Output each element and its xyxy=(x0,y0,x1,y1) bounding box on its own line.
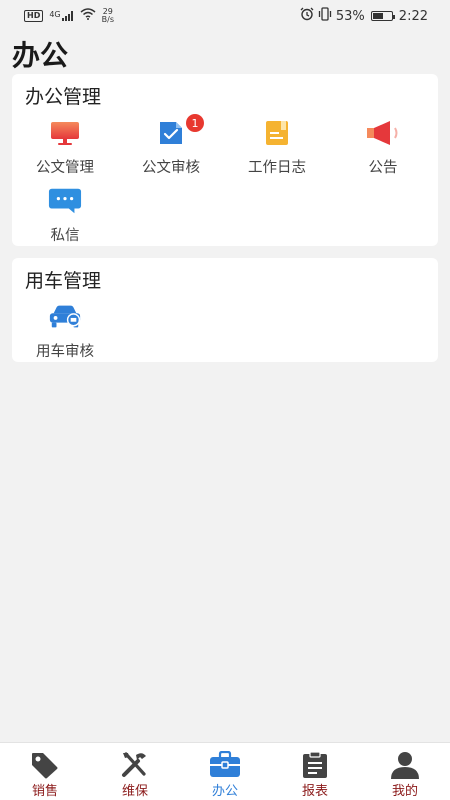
page-title: 办公 xyxy=(12,39,69,72)
tools-icon xyxy=(119,751,151,779)
clock: 2:22 xyxy=(398,8,428,24)
chat-bubble-icon xyxy=(48,186,82,216)
clipboard-icon xyxy=(299,751,331,779)
office-management-card: 办公管理 公文管理 1 公文审核 工作日志 公告 私信 xyxy=(12,74,438,246)
battery-percent: 53% xyxy=(335,8,365,24)
tile-label: 公文审核 xyxy=(142,160,200,176)
tile-document-review[interactable]: 1 公文审核 xyxy=(118,114,224,182)
notebook-icon xyxy=(260,118,294,148)
nav-item-office[interactable]: 办公 xyxy=(180,743,270,800)
tile-announcement[interactable]: 公告 xyxy=(330,114,436,182)
tile-label: 公告 xyxy=(368,160,398,176)
car-grid: 用车审核 xyxy=(12,298,438,366)
status-bar: HD 4G 29 B/s 53% 2:22 xyxy=(0,0,450,32)
notification-badge: 1 xyxy=(186,114,204,132)
nav-label: 报表 xyxy=(301,784,328,799)
office-grid: 公文管理 1 公文审核 工作日志 公告 私信 xyxy=(12,114,438,250)
car-icon xyxy=(48,302,82,332)
tile-work-log[interactable]: 工作日志 xyxy=(224,114,330,182)
nav-item-mine[interactable]: 我的 xyxy=(360,743,450,800)
bottom-nav: 销售 维保 办公 报表 我的 xyxy=(0,742,450,800)
section-title: 用车管理 xyxy=(25,270,102,292)
signal-icon: 4G xyxy=(49,11,73,21)
nav-label: 办公 xyxy=(211,784,238,799)
briefcase-icon xyxy=(209,751,241,779)
tile-car-review[interactable]: 用车审核 xyxy=(12,298,118,366)
network-type: 4G xyxy=(49,10,61,19)
nav-item-sales[interactable]: 销售 xyxy=(0,743,90,800)
tile-private-message[interactable]: 私信 xyxy=(12,182,118,250)
alarm-icon xyxy=(300,7,314,25)
nav-item-maintenance[interactable]: 维保 xyxy=(90,743,180,800)
net-speed: 29 B/s xyxy=(101,7,114,24)
tag-icon xyxy=(29,751,61,779)
hd-indicator: HD xyxy=(24,10,44,22)
nav-label: 销售 xyxy=(31,784,58,799)
megaphone-icon xyxy=(366,118,400,148)
nav-label: 维保 xyxy=(121,784,148,799)
nav-item-reports[interactable]: 报表 xyxy=(270,743,360,800)
person-icon xyxy=(389,751,421,779)
tile-label: 私信 xyxy=(50,228,80,244)
document-check-icon: 1 xyxy=(154,114,204,148)
nav-label: 我的 xyxy=(391,784,418,799)
tile-label: 用车审核 xyxy=(36,344,94,360)
section-title: 办公管理 xyxy=(25,86,102,108)
battery-icon xyxy=(370,11,395,21)
wifi-icon xyxy=(80,8,96,24)
vibrate-icon xyxy=(318,7,332,25)
car-management-card: 用车管理 用车审核 xyxy=(12,258,438,362)
tile-label: 工作日志 xyxy=(248,160,306,176)
tile-label: 公文管理 xyxy=(36,160,94,176)
tile-document-management[interactable]: 公文管理 xyxy=(12,114,118,182)
monitor-icon xyxy=(48,118,82,148)
